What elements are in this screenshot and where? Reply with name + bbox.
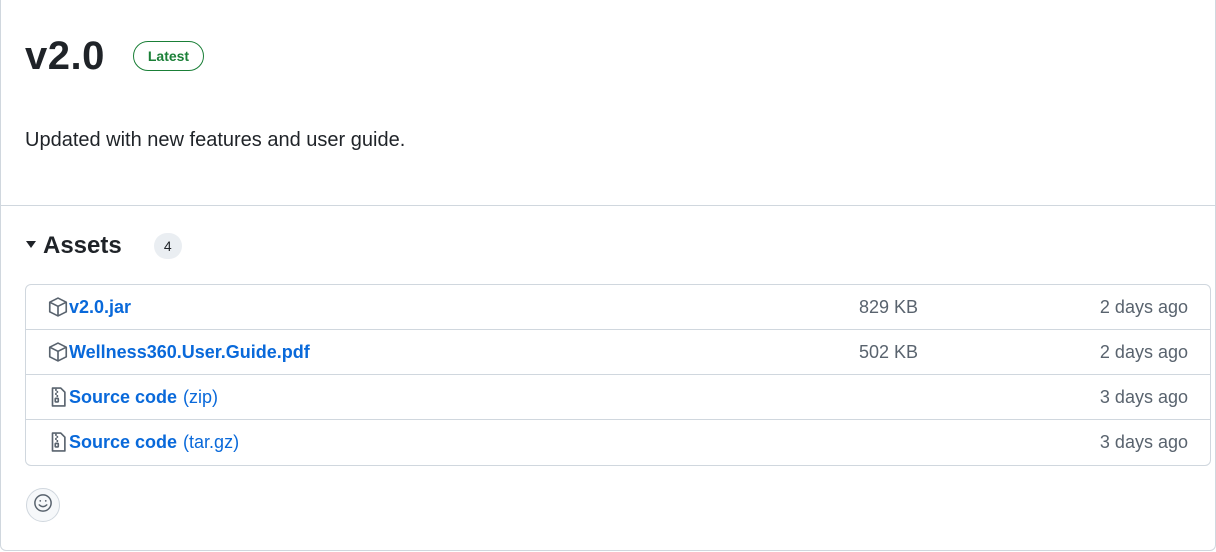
release-description: Updated with new features and user guide… — [25, 129, 406, 151]
asset-row: Wellness360.User.Guide.pdf 502 KB 2 days… — [26, 330, 1210, 375]
smiley-icon — [33, 493, 53, 518]
asset-size: 502 KB — [859, 341, 919, 362]
package-icon — [47, 341, 69, 363]
file-zip-icon — [47, 431, 69, 453]
release-version-title[interactable]: v2.0 — [25, 32, 105, 80]
asset-date: 3 days ago — [1099, 386, 1188, 407]
asset-format: (zip) — [183, 386, 219, 407]
asset-date: 2 days ago — [1099, 341, 1188, 362]
release-header: v2.0 Latest — [25, 31, 205, 81]
asset-date: 3 days ago — [1099, 432, 1188, 452]
assets-title: Assets — [43, 232, 122, 259]
asset-row: Source code (zip) 3 days ago — [26, 375, 1210, 420]
assets-toggle[interactable]: Assets 4 — [25, 229, 182, 263]
assets-count-badge: 4 — [153, 233, 182, 259]
asset-format: (tar.gz) — [183, 432, 240, 452]
asset-link[interactable]: Source code (tar.gz) — [69, 432, 239, 453]
asset-name: Source code — [69, 386, 178, 407]
asset-size: 829 KB — [859, 296, 919, 317]
asset-name: v2.0.jar — [69, 296, 132, 317]
asset-name: Wellness360.User.Guide.pdf — [69, 341, 310, 362]
asset-row: Source code (tar.gz) 3 days ago — [26, 420, 1210, 465]
assets-list: v2.0.jar 829 KB 2 days ago Wellness360.U… — [25, 284, 1211, 466]
asset-date: 2 days ago — [1099, 296, 1188, 317]
asset-link[interactable]: v2.0.jar — [69, 297, 131, 318]
section-divider — [1, 205, 1216, 206]
asset-name: Source code — [69, 432, 178, 452]
asset-link[interactable]: Source code (zip) — [69, 387, 218, 408]
latest-badge: Latest — [132, 41, 205, 71]
package-icon — [47, 296, 69, 318]
asset-row: v2.0.jar 829 KB 2 days ago — [26, 285, 1210, 330]
add-reaction-button[interactable] — [26, 488, 60, 522]
triangle-down-icon — [25, 237, 37, 255]
release-card: v2.0 Latest Updated with new features an… — [0, 0, 1216, 551]
file-zip-icon — [47, 386, 69, 408]
asset-link[interactable]: Wellness360.User.Guide.pdf — [69, 342, 310, 363]
